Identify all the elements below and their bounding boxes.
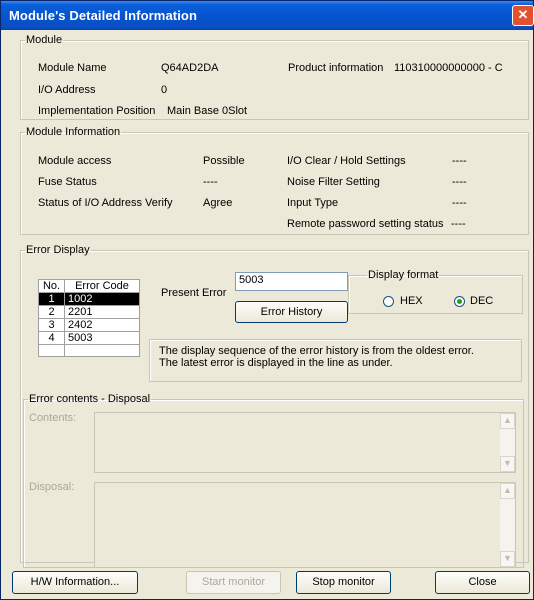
module-information-group: Module Information Module access Possibl… (20, 126, 529, 235)
title-bar[interactable]: Module's Detailed Information ✕ (1, 1, 534, 30)
io-clear-hold-value: ---- (452, 155, 467, 167)
module-group-legend: Module (26, 34, 63, 46)
row-code: 2402 (64, 318, 140, 332)
io-verify-label: Status of I/O Address Verify (38, 197, 173, 209)
display-format-legend: Display format (368, 269, 439, 281)
scroll-up-icon: ▲ (500, 483, 515, 499)
present-error-field: 5003 (235, 272, 348, 291)
fuse-status-label: Fuse Status (38, 176, 97, 188)
column-no: No. (38, 279, 65, 293)
row-no: 2 (38, 305, 65, 319)
module-information-legend: Module Information (26, 126, 121, 138)
contents-textarea: ▲ ▼ (94, 412, 516, 473)
row-no: 3 (38, 318, 65, 332)
contents-label: Contents: (29, 412, 77, 424)
input-type-value: ---- (452, 197, 467, 209)
noise-filter-value: ---- (452, 176, 467, 188)
display-format-group: Display format HEX DEC (348, 269, 523, 314)
fuse-status-value: ---- (203, 176, 218, 188)
row-code-empty (64, 344, 140, 357)
contents-scrollbar: ▲ ▼ (500, 413, 515, 472)
error-history-note: The display sequence of the error histor… (149, 339, 522, 382)
note-line-1: The display sequence of the error histor… (159, 345, 474, 357)
io-clear-hold-label: I/O Clear / Hold Settings (287, 155, 406, 167)
error-history-button[interactable]: Error History (235, 301, 348, 323)
module-name-value: Q64AD2DA (161, 62, 219, 74)
dec-radio[interactable] (454, 296, 465, 307)
disposal-scrollbar: ▲ ▼ (500, 483, 515, 567)
table-row[interactable]: 3 2402 (38, 318, 140, 332)
table-row[interactable]: 4 5003 (38, 331, 140, 345)
product-info-label: Product information (288, 62, 384, 74)
note-line-2: The latest error is displayed in the lin… (159, 357, 393, 369)
column-error-code: Error Code (64, 279, 140, 293)
scroll-up-icon: ▲ (500, 413, 515, 429)
io-address-label: I/O Address (38, 84, 96, 96)
product-info-value: 110310000000000 - C (394, 62, 503, 74)
disposal-textarea: ▲ ▼ (94, 482, 516, 568)
hw-information-button[interactable]: H/W Information... (12, 571, 138, 594)
error-display-group: Error Display No. Error Code 1 1002 2 22… (20, 244, 529, 568)
error-contents-group: Error contents - Disposal Contents: ▲ ▼ … (23, 393, 524, 568)
remote-password-value: ---- (451, 218, 466, 230)
disposal-label: Disposal: (29, 481, 75, 493)
input-type-label: Input Type (287, 197, 339, 209)
module-access-label: Module access (38, 155, 112, 167)
table-row[interactable]: 2 2201 (38, 305, 140, 319)
scroll-down-icon: ▼ (500, 456, 515, 472)
noise-filter-label: Noise Filter Setting (287, 176, 380, 188)
row-code: 1002 (64, 292, 140, 306)
impl-position-value: Main Base 0Slot (167, 105, 248, 117)
row-code: 2201 (64, 305, 140, 319)
error-contents-legend: Error contents - Disposal (29, 393, 151, 405)
io-address-value: 0 (161, 84, 168, 96)
row-no-empty (38, 344, 65, 357)
stop-monitor-button[interactable]: Stop monitor (296, 571, 391, 594)
module-access-value: Possible (203, 155, 245, 167)
table-row[interactable]: 1 1002 (38, 292, 140, 306)
hex-radio[interactable] (383, 296, 394, 307)
window-title: Module's Detailed Information (9, 8, 198, 23)
error-code-table: No. Error Code 1 1002 2 2201 3 2402 4 50… (38, 279, 140, 357)
scroll-down-icon: ▼ (500, 551, 515, 567)
module-group: Module Module Name Q64AD2DA Product info… (20, 34, 529, 120)
dec-label: DEC (470, 295, 494, 307)
row-code: 5003 (64, 331, 140, 345)
module-name-label: Module Name (38, 62, 107, 74)
row-no: 4 (38, 331, 65, 345)
close-icon[interactable]: ✕ (512, 5, 534, 26)
remote-password-label: Remote password setting status (287, 218, 444, 230)
error-display-legend: Error Display (26, 244, 90, 256)
close-button[interactable]: Close (435, 571, 530, 594)
row-no: 1 (38, 292, 65, 306)
start-monitor-button: Start monitor (186, 571, 281, 594)
table-row-empty[interactable] (38, 344, 140, 357)
module-detail-window: Module's Detailed Information ✕ Module M… (0, 0, 534, 600)
present-error-label: Present Error (161, 287, 227, 299)
impl-position-label: Implementation Position (38, 105, 156, 117)
hex-label: HEX (400, 295, 423, 307)
io-verify-value: Agree (203, 197, 233, 209)
